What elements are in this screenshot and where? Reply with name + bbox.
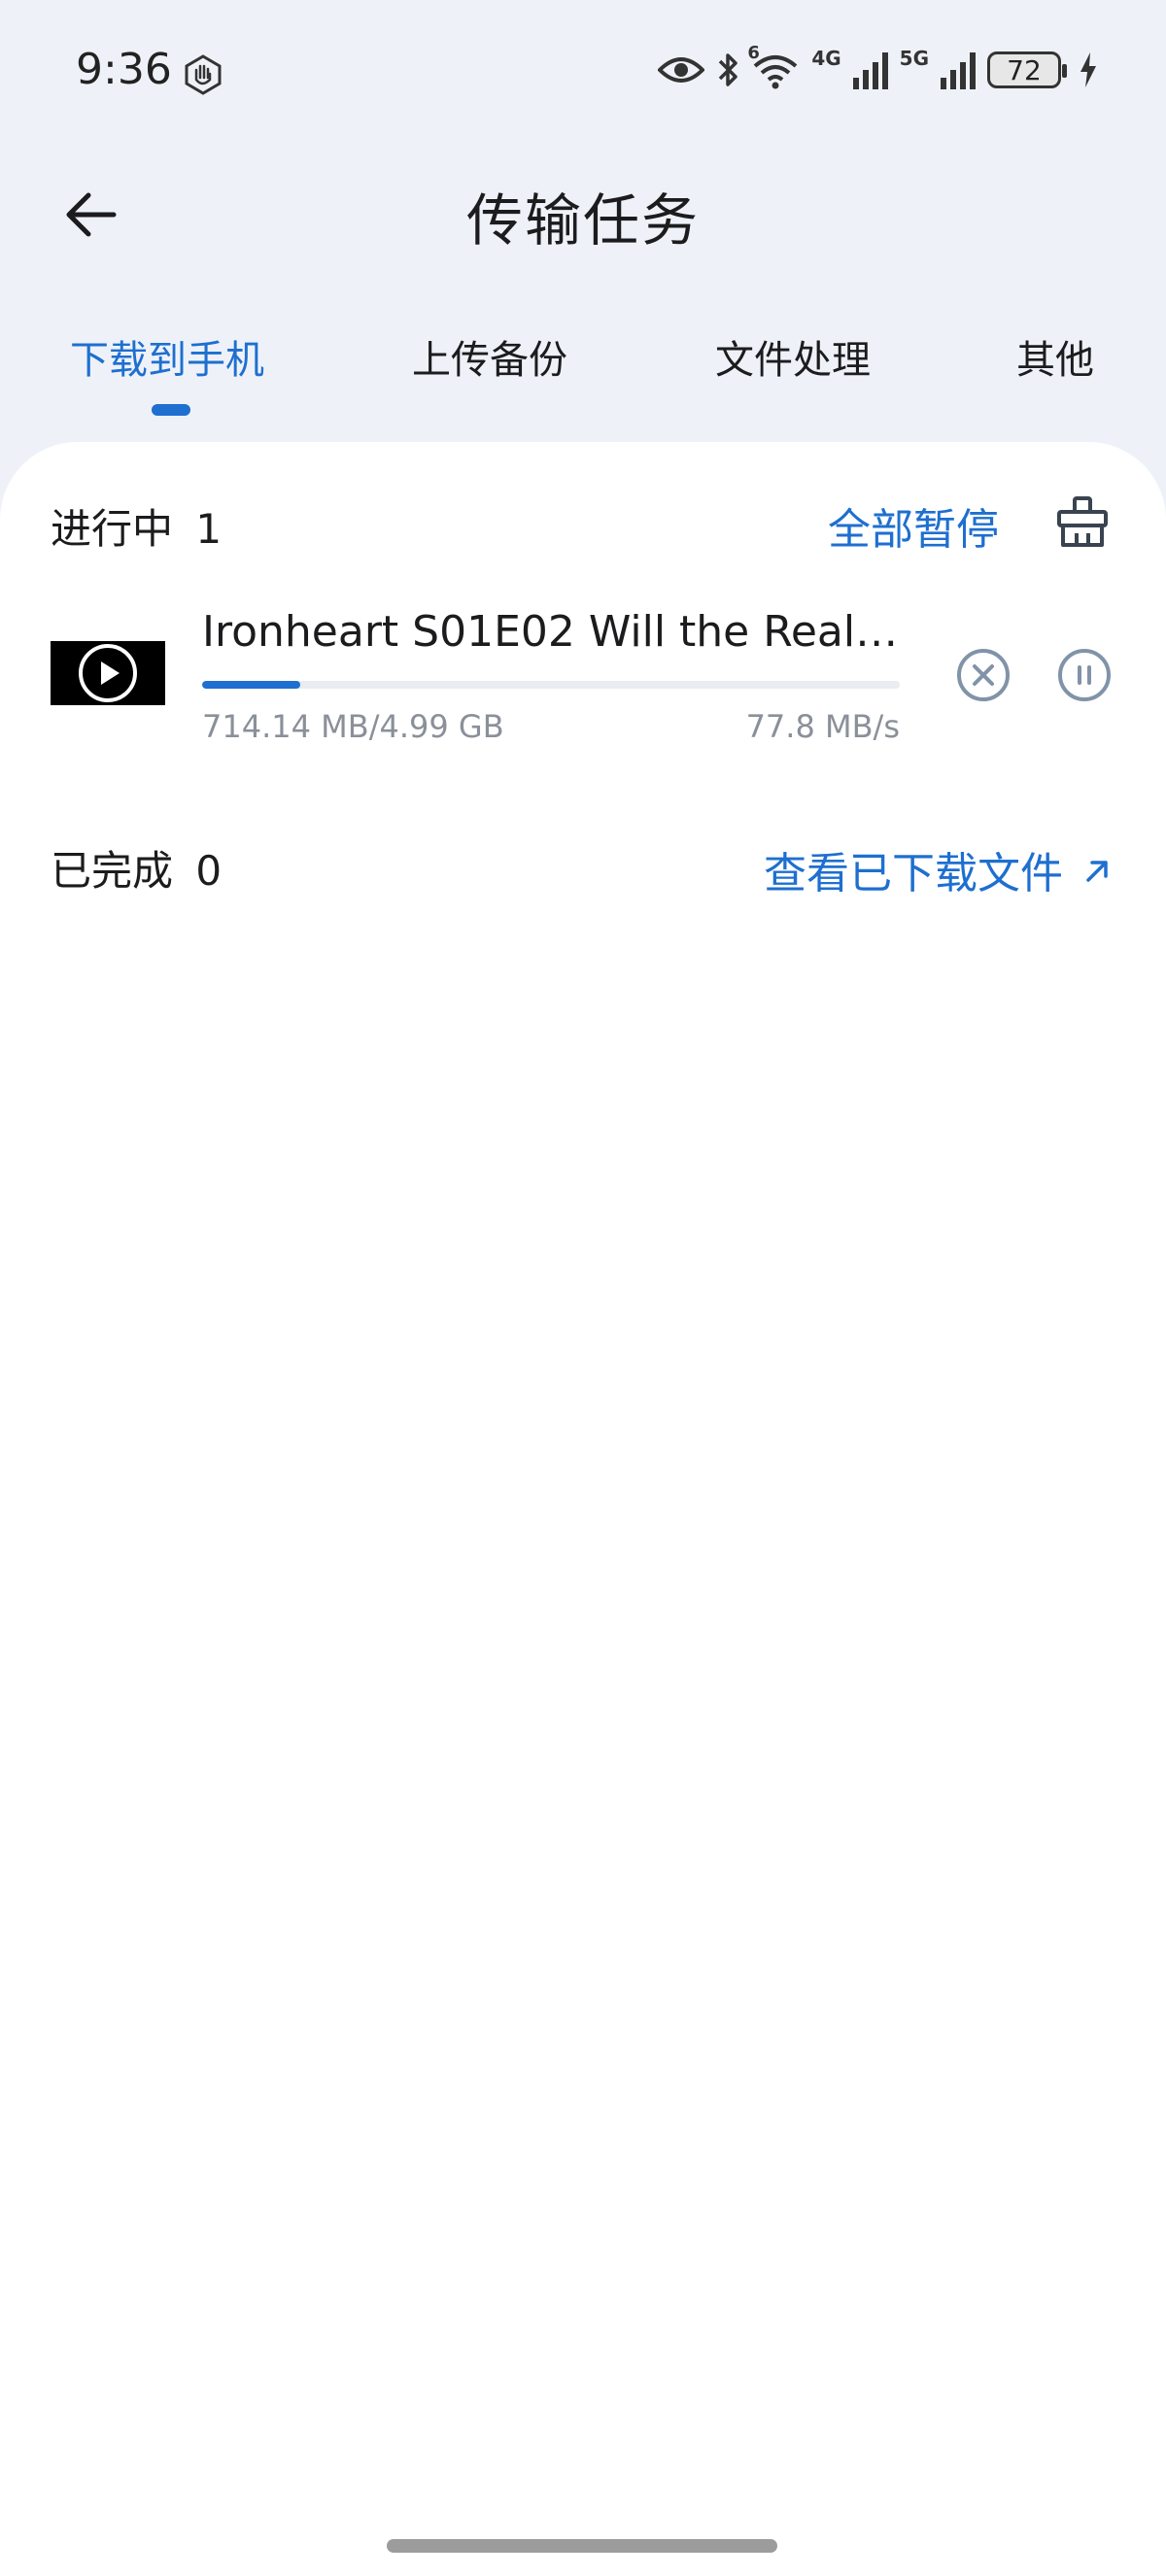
task-size: 714.14 MB/4.99 GB [202, 708, 504, 745]
clear-tasks-button[interactable] [1051, 491, 1114, 553]
broom-icon [1057, 496, 1108, 547]
in-progress-label: 进行中 [51, 505, 174, 553]
arrow-up-right-icon [1086, 861, 1108, 882]
active-tab-indicator [152, 404, 190, 416]
wifi-badge: 6 [747, 43, 760, 63]
transfer-list-card: 进行中 1 全部暂停 Ironheart S01E02 Will the Rea… [0, 442, 1166, 2576]
close-circle-icon [957, 649, 1010, 701]
status-bar: 9:36 6 4G 5G 72 [0, 0, 1166, 146]
pause-all-button[interactable]: 全部暂停 [828, 494, 999, 557]
pause-circle-icon [1058, 649, 1111, 701]
view-downloaded-files-link[interactable]: 查看已下载文件 [764, 838, 1112, 900]
network-label-4g: 4G [811, 47, 841, 70]
header: 传输任务 [0, 146, 1166, 272]
task-speed: 77.8 MB/s [745, 708, 900, 745]
eye-icon [658, 54, 705, 85]
completed-count: 0 [195, 847, 223, 895]
download-task-row[interactable]: Ironheart S01E02 Will the Real ... 714.1… [0, 588, 1166, 763]
download-progress-bar [202, 681, 900, 689]
tab-file-processing[interactable]: 文件处理 [715, 328, 871, 385]
wifi-icon: 6 [747, 43, 800, 89]
page-title: 传输任务 [465, 187, 700, 254]
pause-task-button[interactable] [1053, 644, 1115, 706]
charging-icon [1079, 51, 1098, 89]
battery-level: 72 [1007, 53, 1042, 86]
tab-other[interactable]: 其他 [1016, 328, 1094, 385]
in-progress-heading: 进行中 1 [51, 496, 222, 556]
tab-download-to-phone[interactable]: 下载到手机 [70, 328, 264, 385]
tab-bar: 下载到手机 上传备份 文件处理 其他 [0, 321, 1166, 427]
status-time: 9:36 [76, 45, 172, 94]
in-progress-count: 1 [195, 505, 223, 553]
play-icon [79, 644, 137, 702]
completed-label: 已完成 [51, 847, 174, 895]
status-icons: 6 4G 5G 72 [658, 43, 1098, 89]
download-progress-fill [202, 681, 300, 689]
hand-icon [183, 54, 223, 95]
view-downloaded-files-label: 查看已下载文件 [764, 849, 1063, 898]
video-thumbnail [51, 641, 165, 705]
signal-icon [852, 51, 888, 89]
battery-indicator: 72 [987, 51, 1067, 88]
completed-heading: 已完成 0 [51, 838, 222, 898]
network-label-5g: 5G [899, 47, 929, 70]
bluetooth-icon [716, 51, 739, 89]
tab-upload-backup[interactable]: 上传备份 [412, 328, 567, 385]
signal-icon [941, 51, 976, 89]
home-indicator[interactable] [387, 2539, 777, 2553]
cancel-task-button[interactable] [952, 644, 1014, 706]
task-file-name: Ironheart S01E02 Will the Real ... [202, 607, 902, 657]
